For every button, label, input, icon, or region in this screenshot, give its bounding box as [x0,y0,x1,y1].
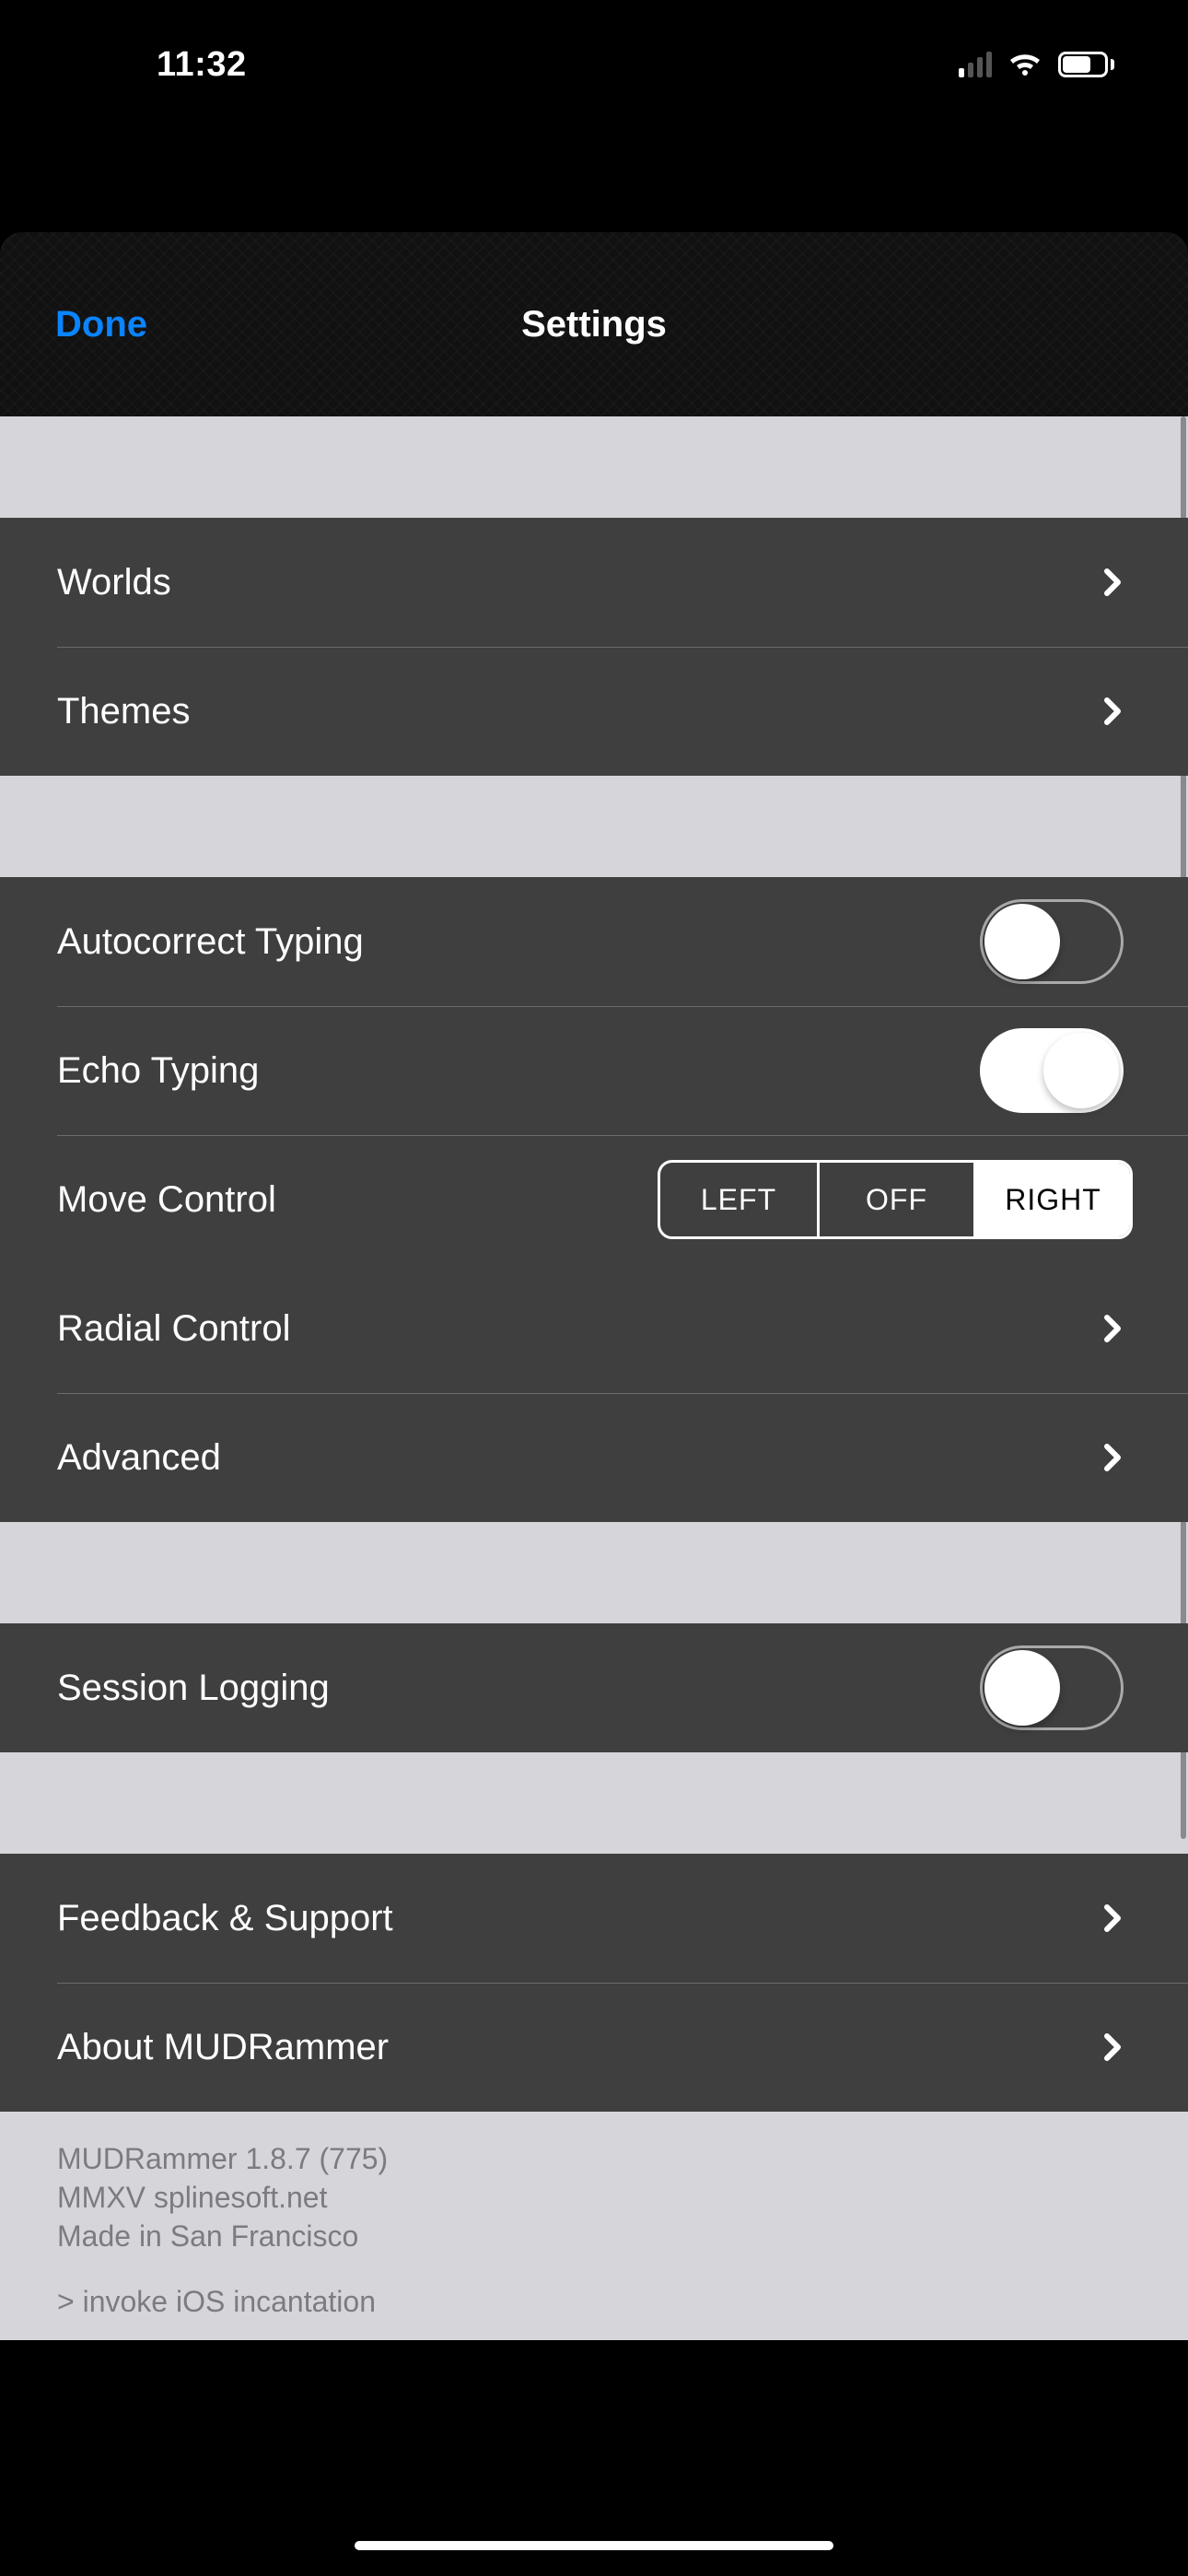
move-control-segmented[interactable]: LEFT OFF RIGHT [658,1160,1133,1239]
row-label: Session Logging [57,1668,330,1709]
row-session-logging: Session Logging [0,1623,1188,1752]
footer-line: > invoke iOS incantation [57,2282,1131,2321]
seg-left[interactable]: LEFT [660,1163,817,1236]
row-advanced[interactable]: Advanced [0,1393,1188,1522]
home-indicator[interactable] [355,2541,833,2550]
row-feedback-support[interactable]: Feedback & Support [0,1854,1188,1983]
battery-icon [1058,52,1114,77]
chevron-right-icon [1103,1443,1124,1472]
chevron-right-icon [1103,568,1124,597]
footer-line: MMXV splinesoft.net [57,2178,1131,2217]
autocorrect-switch[interactable] [980,899,1124,984]
footer-line: MUDRammer 1.8.7 (775) [57,2139,1131,2178]
row-label: Move Control [57,1179,276,1221]
navbar: Done Settings [0,232,1188,416]
settings-modal: Done Settings Worlds Themes Autocorrect … [0,232,1188,2340]
status-indicators [959,50,1114,79]
row-worlds[interactable]: Worlds [0,518,1188,647]
row-label: Feedback & Support [57,1898,393,1939]
footer-text: MUDRammer 1.8.7 (775) MMXV splinesoft.ne… [0,2112,1188,2340]
chevron-right-icon [1103,2032,1124,2062]
row-themes[interactable]: Themes [0,647,1188,776]
chevron-right-icon [1103,1903,1124,1933]
chevron-right-icon [1103,1314,1124,1343]
seg-off[interactable]: OFF [817,1163,973,1236]
row-autocorrect-typing: Autocorrect Typing [0,877,1188,1006]
row-about[interactable]: About MUDRammer [0,1983,1188,2112]
row-label: Echo Typing [57,1050,259,1092]
seg-right[interactable]: RIGHT [973,1163,1130,1236]
page-title: Settings [521,304,667,345]
row-label: Autocorrect Typing [57,921,364,963]
session-logging-switch[interactable] [980,1645,1124,1730]
cellular-signal-icon [959,52,992,77]
row-label: Radial Control [57,1308,290,1350]
echo-switch[interactable] [980,1028,1124,1113]
done-button[interactable]: Done [55,304,147,345]
row-move-control: Move Control LEFT OFF RIGHT [0,1135,1188,1264]
row-radial-control[interactable]: Radial Control [0,1264,1188,1393]
wifi-icon [1007,50,1043,79]
chevron-right-icon [1103,697,1124,726]
row-label: Advanced [57,1437,221,1479]
row-label: About MUDRammer [57,2027,389,2068]
row-echo-typing: Echo Typing [0,1006,1188,1135]
status-time: 11:32 [157,45,247,85]
settings-content[interactable]: Worlds Themes Autocorrect Typing Echo Ty… [0,416,1188,2340]
row-label: Themes [57,691,191,732]
row-label: Worlds [57,562,171,603]
status-bar: 11:32 [0,0,1188,129]
footer-line: Made in San Francisco [57,2217,1131,2255]
